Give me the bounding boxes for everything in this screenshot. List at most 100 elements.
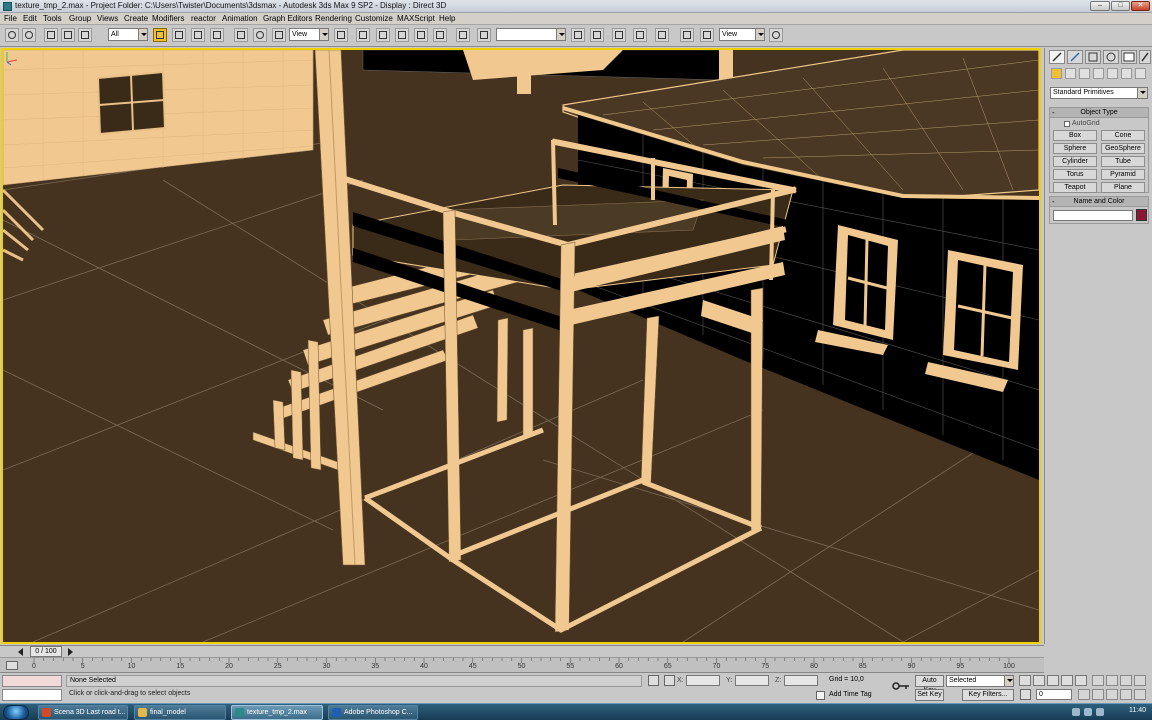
object-type-rollout-header[interactable]: - Object Type <box>1050 108 1148 118</box>
perspective-viewport[interactable] <box>1 48 1041 644</box>
maximize-button[interactable]: □ <box>1111 1 1130 11</box>
menu-reactor[interactable]: reactor <box>191 14 216 23</box>
play-icon[interactable] <box>1047 675 1059 686</box>
zoom-extents-icon[interactable] <box>1120 675 1132 686</box>
go-to-end-icon[interactable] <box>1075 675 1087 686</box>
menu-views[interactable]: Views <box>97 14 118 23</box>
pan-icon[interactable] <box>1106 689 1118 700</box>
next-frame-icon[interactable] <box>68 648 73 656</box>
task-photoshop[interactable]: Adobe Photoshop C... <box>328 705 418 720</box>
schematic-view-button[interactable] <box>633 28 647 42</box>
start-button[interactable] <box>3 705 29 720</box>
key-filters-button[interactable]: Key Filters... <box>962 689 1014 701</box>
menu-group[interactable]: Group <box>69 14 91 23</box>
tab-motion[interactable] <box>1103 50 1119 64</box>
redo-button[interactable] <box>22 28 36 42</box>
object-name-input[interactable] <box>1053 210 1133 221</box>
snaps-toggle-button[interactable] <box>376 28 390 42</box>
menu-tools[interactable]: Tools <box>43 14 62 23</box>
menu-maxscript[interactable]: MAXScript <box>397 14 435 23</box>
space-warps-icon[interactable] <box>1121 68 1132 79</box>
menu-edit[interactable]: Edit <box>23 14 37 23</box>
box-button[interactable]: Box <box>1053 130 1097 141</box>
tab-utilities[interactable] <box>1139 50 1151 64</box>
edit-named-selection-button[interactable] <box>456 28 470 42</box>
select-move-button[interactable] <box>234 28 248 42</box>
material-editor-button[interactable] <box>655 28 669 42</box>
cylinder-button[interactable]: Cylinder <box>1053 156 1097 167</box>
field-of-view-icon[interactable] <box>1092 689 1104 700</box>
zoom-icon[interactable] <box>1092 675 1104 686</box>
task-texture-tmp-2[interactable]: texture_tmp_2.max <box>231 705 323 720</box>
add-time-tag-button[interactable]: Add Time Tag <box>829 691 872 698</box>
tray-app-icon[interactable] <box>1096 708 1104 716</box>
object-color-swatch[interactable] <box>1136 209 1147 221</box>
geosphere-button[interactable]: GeoSphere <box>1101 143 1145 154</box>
quick-render-button[interactable] <box>700 28 714 42</box>
tab-create[interactable] <box>1049 50 1065 64</box>
lock-selection-icon[interactable] <box>648 675 659 686</box>
systems-icon[interactable] <box>1135 68 1146 79</box>
select-rotate-button[interactable] <box>253 28 267 42</box>
3dsmax-app-icon[interactable] <box>3 2 12 11</box>
name-and-color-rollout-header[interactable]: - Name and Color <box>1050 197 1148 207</box>
torus-button[interactable]: Torus <box>1053 169 1097 180</box>
menu-rendering[interactable]: Rendering <box>315 14 352 23</box>
key-mode-dropdown[interactable]: Selected <box>946 675 1014 687</box>
current-frame-field[interactable]: 0 <box>1036 689 1072 700</box>
y-coordinate-field[interactable] <box>735 675 769 686</box>
task-final-model[interactable]: final_model <box>134 705 226 720</box>
cone-button[interactable]: Cone <box>1101 130 1145 141</box>
auto-key-button[interactable]: Auto Key <box>915 675 944 694</box>
zoom-all-icon[interactable] <box>1106 675 1118 686</box>
menu-create[interactable]: Create <box>124 14 148 23</box>
layer-manager-button[interactable] <box>590 28 604 42</box>
render-scene-button[interactable] <box>680 28 694 42</box>
undo-button[interactable] <box>5 28 19 42</box>
previous-frame-icon[interactable] <box>18 648 23 656</box>
cameras-icon[interactable] <box>1093 68 1104 79</box>
previous-key-icon[interactable] <box>1033 675 1045 686</box>
select-scale-button[interactable] <box>272 28 286 42</box>
menu-customize[interactable]: Customize <box>355 14 393 23</box>
lights-icon[interactable] <box>1079 68 1090 79</box>
menu-animation[interactable]: Animation <box>222 14 258 23</box>
set-key-button[interactable]: Set Key <box>915 689 944 701</box>
region-select-button[interactable] <box>191 28 205 42</box>
volume-icon[interactable] <box>1084 708 1092 716</box>
named-selection-sets-dropdown[interactable] <box>496 28 566 41</box>
absolute-mode-transform-icon[interactable] <box>664 675 675 686</box>
menu-help[interactable]: Help <box>439 14 455 23</box>
window-crossing-button[interactable] <box>210 28 224 42</box>
maxscript-listener-output[interactable] <box>2 675 62 687</box>
network-icon[interactable] <box>1072 708 1080 716</box>
mirror-button[interactable] <box>477 28 491 42</box>
pyramid-button[interactable]: Pyramid <box>1101 169 1145 180</box>
select-by-name-button[interactable] <box>172 28 186 42</box>
helpers-icon[interactable] <box>1107 68 1118 79</box>
tab-modify[interactable] <box>1067 50 1083 64</box>
render-last-button[interactable] <box>769 28 783 42</box>
x-coordinate-field[interactable] <box>686 675 720 686</box>
track-bar[interactable]: 0 5 10 15 20 25 30 35 40 45 50 55 60 65 70 75 80 85 90 95 10… <box>0 657 1044 673</box>
percent-snap-button[interactable] <box>414 28 428 42</box>
menu-file[interactable]: File <box>4 14 17 23</box>
angle-snap-button[interactable] <box>395 28 409 42</box>
teapot-button[interactable]: Teapot <box>1053 182 1097 193</box>
select-manipulate-button[interactable] <box>356 28 370 42</box>
autogrid-checkbox[interactable] <box>1064 121 1070 127</box>
align-button[interactable] <box>571 28 585 42</box>
sphere-button[interactable]: Sphere <box>1053 143 1097 154</box>
select-object-button[interactable] <box>153 28 167 42</box>
pivot-center-button[interactable] <box>334 28 348 42</box>
menu-graph-editors[interactable]: Graph Editors <box>263 14 312 23</box>
geometry-icon[interactable] <box>1051 68 1062 79</box>
time-tag-icon[interactable] <box>816 691 825 700</box>
unlink-button[interactable] <box>61 28 75 42</box>
zoom-extents-all-icon[interactable] <box>1134 675 1146 686</box>
orbit-icon[interactable] <box>1120 689 1132 700</box>
time-configuration-icon[interactable] <box>1078 689 1090 700</box>
select-link-button[interactable] <box>44 28 58 42</box>
z-coordinate-field[interactable] <box>784 675 818 686</box>
minimize-button[interactable]: – <box>1090 1 1110 11</box>
